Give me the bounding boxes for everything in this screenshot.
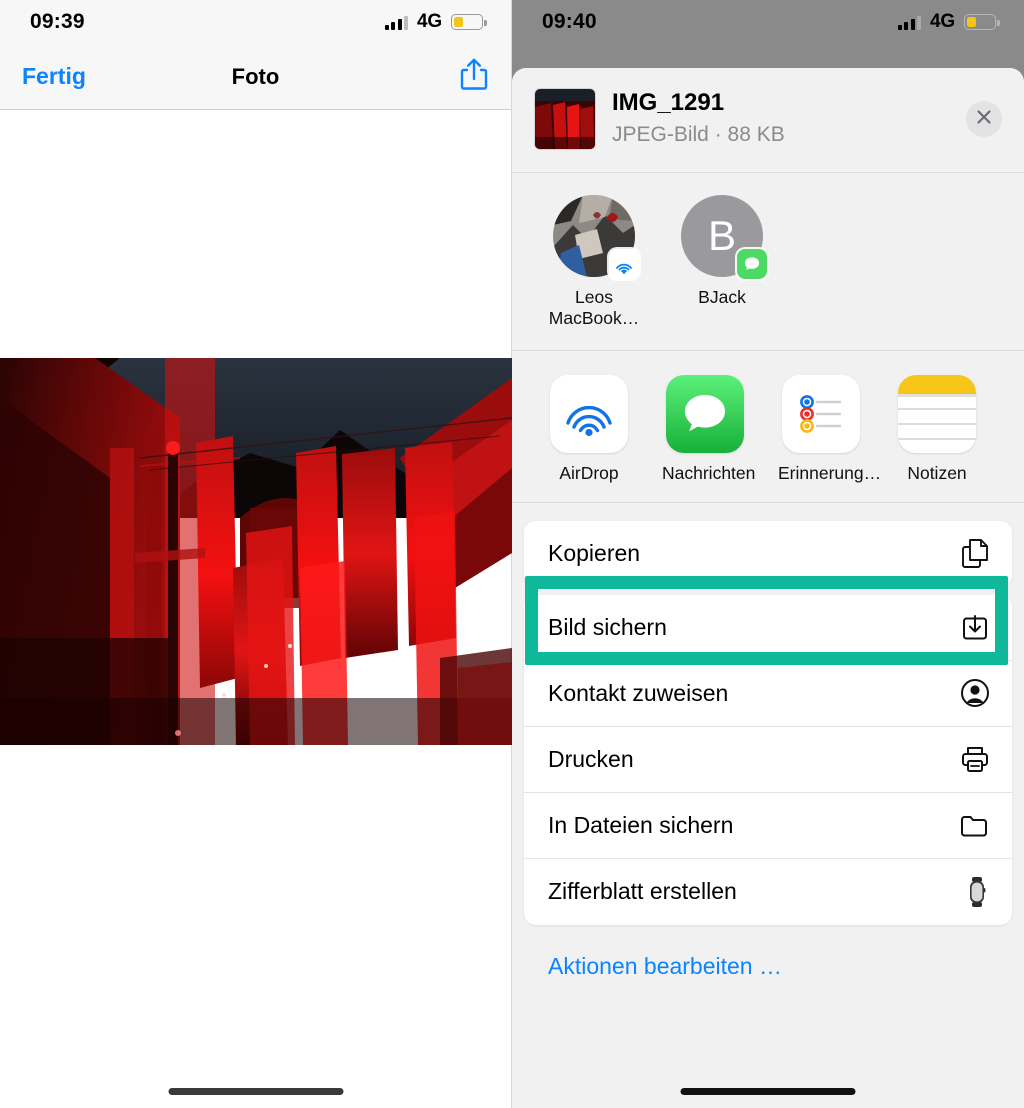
suggestion-label: Leos MacBook… bbox=[548, 287, 640, 329]
battery-icon bbox=[964, 14, 1000, 30]
avatar bbox=[553, 195, 639, 279]
action-label: Drucken bbox=[548, 745, 634, 772]
notes-icon bbox=[898, 374, 976, 453]
action-row-kopieren[interactable]: Kopieren bbox=[524, 521, 1012, 587]
share-icon bbox=[459, 57, 489, 96]
app-label: Notizen bbox=[907, 462, 967, 483]
left-screen: 09:39 4G Fertig Foto bbox=[0, 0, 512, 1108]
share-sheet-meta: IMG_1291 JPEG-Bild · 88 KB bbox=[612, 89, 950, 149]
photo-thumbnail bbox=[534, 88, 596, 150]
action-label: Kontakt zuweisen bbox=[548, 679, 729, 706]
dual-screenshot: 09:39 4G Fertig Foto 09:40 4G IMG_1291 J… bbox=[0, 0, 1024, 1108]
close-icon bbox=[975, 108, 993, 131]
home-indicator bbox=[168, 1088, 343, 1095]
app-label: Erinnerung… bbox=[778, 462, 882, 483]
status-time: 09:40 bbox=[542, 10, 597, 33]
printer-icon bbox=[958, 744, 990, 774]
contact-icon bbox=[958, 678, 990, 708]
app-item-airdrop[interactable]: AirDrop bbox=[546, 374, 632, 484]
share-sheet-header: IMG_1291 JPEG-Bild · 88 KB bbox=[512, 68, 1024, 173]
airdrop-icon bbox=[609, 249, 639, 279]
suggestion-label: BJack bbox=[698, 287, 746, 307]
app-label: AirDrop bbox=[559, 462, 619, 483]
battery-icon bbox=[451, 14, 487, 30]
app-item-erinnerungen[interactable]: Erinnerung… bbox=[778, 374, 882, 484]
nav-bar: Fertig Foto bbox=[0, 44, 511, 110]
network-type-label: 4G bbox=[930, 11, 955, 32]
reminders-icon bbox=[782, 374, 860, 453]
signal-strength-icon bbox=[384, 15, 409, 30]
photo-image bbox=[0, 358, 512, 745]
close-button[interactable] bbox=[966, 101, 1002, 137]
network-type-label: 4G bbox=[417, 11, 442, 32]
avatar: B bbox=[681, 195, 767, 279]
actions-group-2: Bild sichern Kontakt zuweisen Drucken In… bbox=[524, 594, 1012, 925]
action-row-drucken[interactable]: Drucken bbox=[524, 727, 1012, 793]
share-button[interactable] bbox=[459, 57, 489, 96]
watch-icon bbox=[958, 876, 990, 908]
action-label: Kopieren bbox=[548, 540, 641, 567]
edit-actions-button[interactable]: Aktionen bearbeiten … bbox=[524, 925, 1012, 980]
suggestion-row: Leos MacBook… B BJack bbox=[512, 173, 1024, 351]
file-name: IMG_1291 bbox=[612, 88, 725, 116]
folder-icon bbox=[958, 812, 990, 838]
app-row: AirDrop Nachrichten Erinnerung… Notizen bbox=[512, 351, 1024, 503]
actions-section: Kopieren Bild sichern Kontakt zuweisen D… bbox=[512, 503, 1024, 980]
status-bar-right: 09:40 4G bbox=[512, 0, 1024, 44]
status-time: 09:39 bbox=[30, 10, 85, 33]
photo-viewer[interactable] bbox=[0, 358, 512, 745]
suggestion-item-bjack[interactable]: B BJack bbox=[674, 195, 770, 330]
action-label: Zifferblatt erstellen bbox=[548, 878, 737, 905]
action-row-kontakt-zuweisen[interactable]: Kontakt zuweisen bbox=[524, 661, 1012, 727]
airdrop-icon bbox=[550, 374, 628, 453]
status-indicators: 4G bbox=[897, 11, 1000, 33]
action-label: Bild sichern bbox=[548, 613, 667, 640]
share-sheet: IMG_1291 JPEG-Bild · 88 KB Leos MacBook…… bbox=[512, 68, 1024, 1108]
messages-icon bbox=[666, 374, 744, 453]
home-indicator bbox=[680, 1088, 856, 1095]
signal-strength-icon bbox=[897, 15, 922, 30]
app-item-notizen[interactable]: Notizen bbox=[894, 374, 980, 484]
actions-group-1: Kopieren bbox=[524, 520, 1012, 587]
file-details: JPEG-Bild · 88 KB bbox=[612, 122, 785, 146]
action-label: In Dateien sichern bbox=[548, 811, 734, 838]
app-label: Nachrichten bbox=[662, 462, 756, 483]
messages-icon bbox=[737, 249, 767, 279]
status-bar-left: 09:39 4G bbox=[0, 0, 511, 44]
action-row-in-dateien-sichern[interactable]: In Dateien sichern bbox=[524, 793, 1012, 859]
save-image-icon bbox=[958, 611, 990, 643]
app-item-nachrichten[interactable]: Nachrichten bbox=[662, 374, 756, 484]
copy-icon bbox=[958, 538, 990, 570]
action-row-zifferblatt-erstellen[interactable]: Zifferblatt erstellen bbox=[524, 859, 1012, 925]
suggestion-item-macbook[interactable]: Leos MacBook… bbox=[546, 195, 642, 330]
action-row-bild-sichern[interactable]: Bild sichern bbox=[524, 595, 1012, 661]
status-indicators: 4G bbox=[384, 11, 487, 33]
done-button[interactable]: Fertig bbox=[22, 63, 86, 90]
right-screen: 09:40 4G IMG_1291 JPEG-Bild · 88 KB Leos… bbox=[512, 0, 1024, 1108]
